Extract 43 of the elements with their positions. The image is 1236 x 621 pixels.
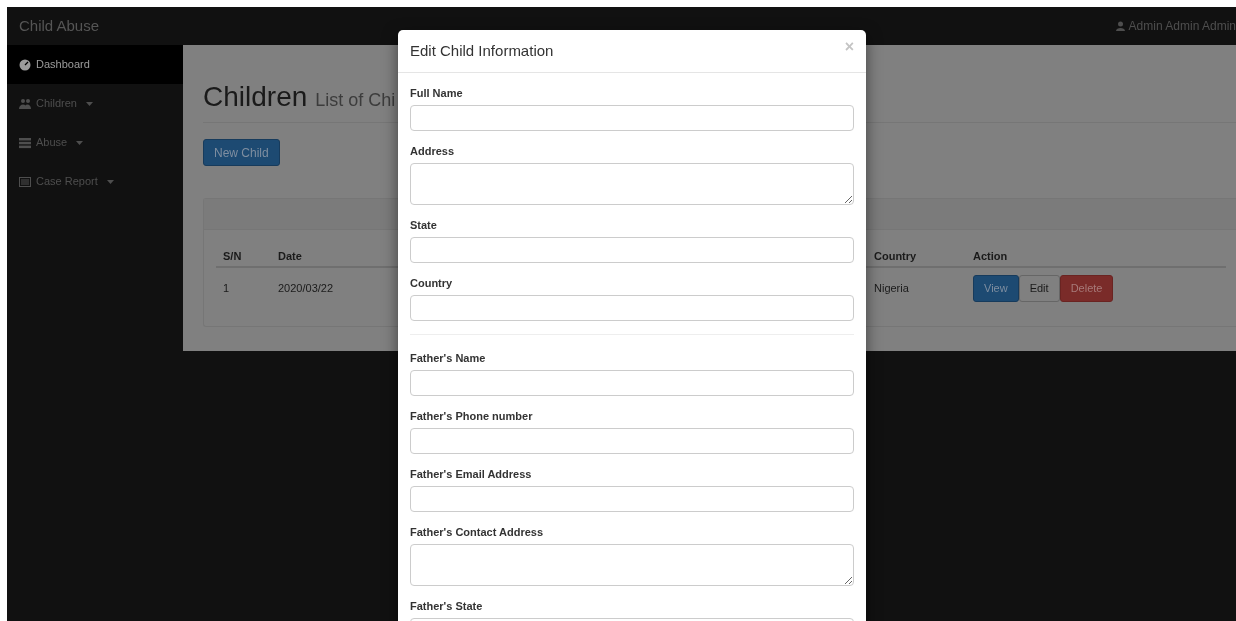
table-cell: Nigeria <box>874 282 909 294</box>
field-label: Father's Name <box>410 351 486 365</box>
modal-title: Edit Child Information <box>410 40 554 61</box>
user-menu-link[interactable]: Admin Admin Admin <box>1115 17 1236 35</box>
page-title: Children <box>203 83 308 111</box>
edit-button[interactable]: Edit <box>1018 275 1060 302</box>
input-field[interactable] <box>410 370 854 396</box>
users-icon <box>19 97 31 110</box>
column-header: Date <box>278 250 302 262</box>
table-cell: 1 <box>223 282 230 294</box>
gauge-icon <box>19 58 31 71</box>
sidebar-item[interactable]: Case Report <box>7 162 183 201</box>
new-child-button[interactable]: New Child <box>203 139 280 166</box>
list-icon <box>19 175 31 188</box>
input-field[interactable] <box>410 105 854 131</box>
input-field[interactable] <box>410 237 854 263</box>
column-header: Country <box>874 250 917 262</box>
input-field[interactable] <box>410 428 854 454</box>
input-field[interactable] <box>410 295 854 321</box>
field-label: Father's Email Address <box>410 467 532 481</box>
sidebar-item[interactable]: Children <box>7 84 183 123</box>
input-field[interactable] <box>410 486 854 512</box>
list-icon <box>19 136 31 149</box>
column-header: Action <box>973 250 1008 262</box>
field-label: Country <box>410 276 453 290</box>
field-label: Address <box>410 144 455 158</box>
brand-link[interactable]: Child Abuse <box>19 14 100 38</box>
user-icon <box>1115 21 1125 31</box>
view-button[interactable]: View <box>973 275 1019 302</box>
page-subtitle: List of Chi <box>315 89 396 112</box>
field-label: Full Name <box>410 86 463 100</box>
delete-button[interactable]: Delete <box>1059 275 1114 302</box>
column-header: S/N <box>223 250 242 262</box>
sidebar-item[interactable]: Dashboard <box>7 45 183 84</box>
close-button[interactable]: × <box>844 39 854 55</box>
field-label: Father's Contact Address <box>410 525 543 539</box>
text-area[interactable] <box>410 544 854 586</box>
sidebar-item[interactable]: Abuse <box>7 123 183 162</box>
table-cell: 2020/03/22 <box>278 282 334 294</box>
text-area[interactable] <box>410 163 854 205</box>
field-label: Father's Phone number <box>410 409 533 423</box>
field-label: State <box>410 218 437 232</box>
field-label: Father's State <box>410 599 483 613</box>
